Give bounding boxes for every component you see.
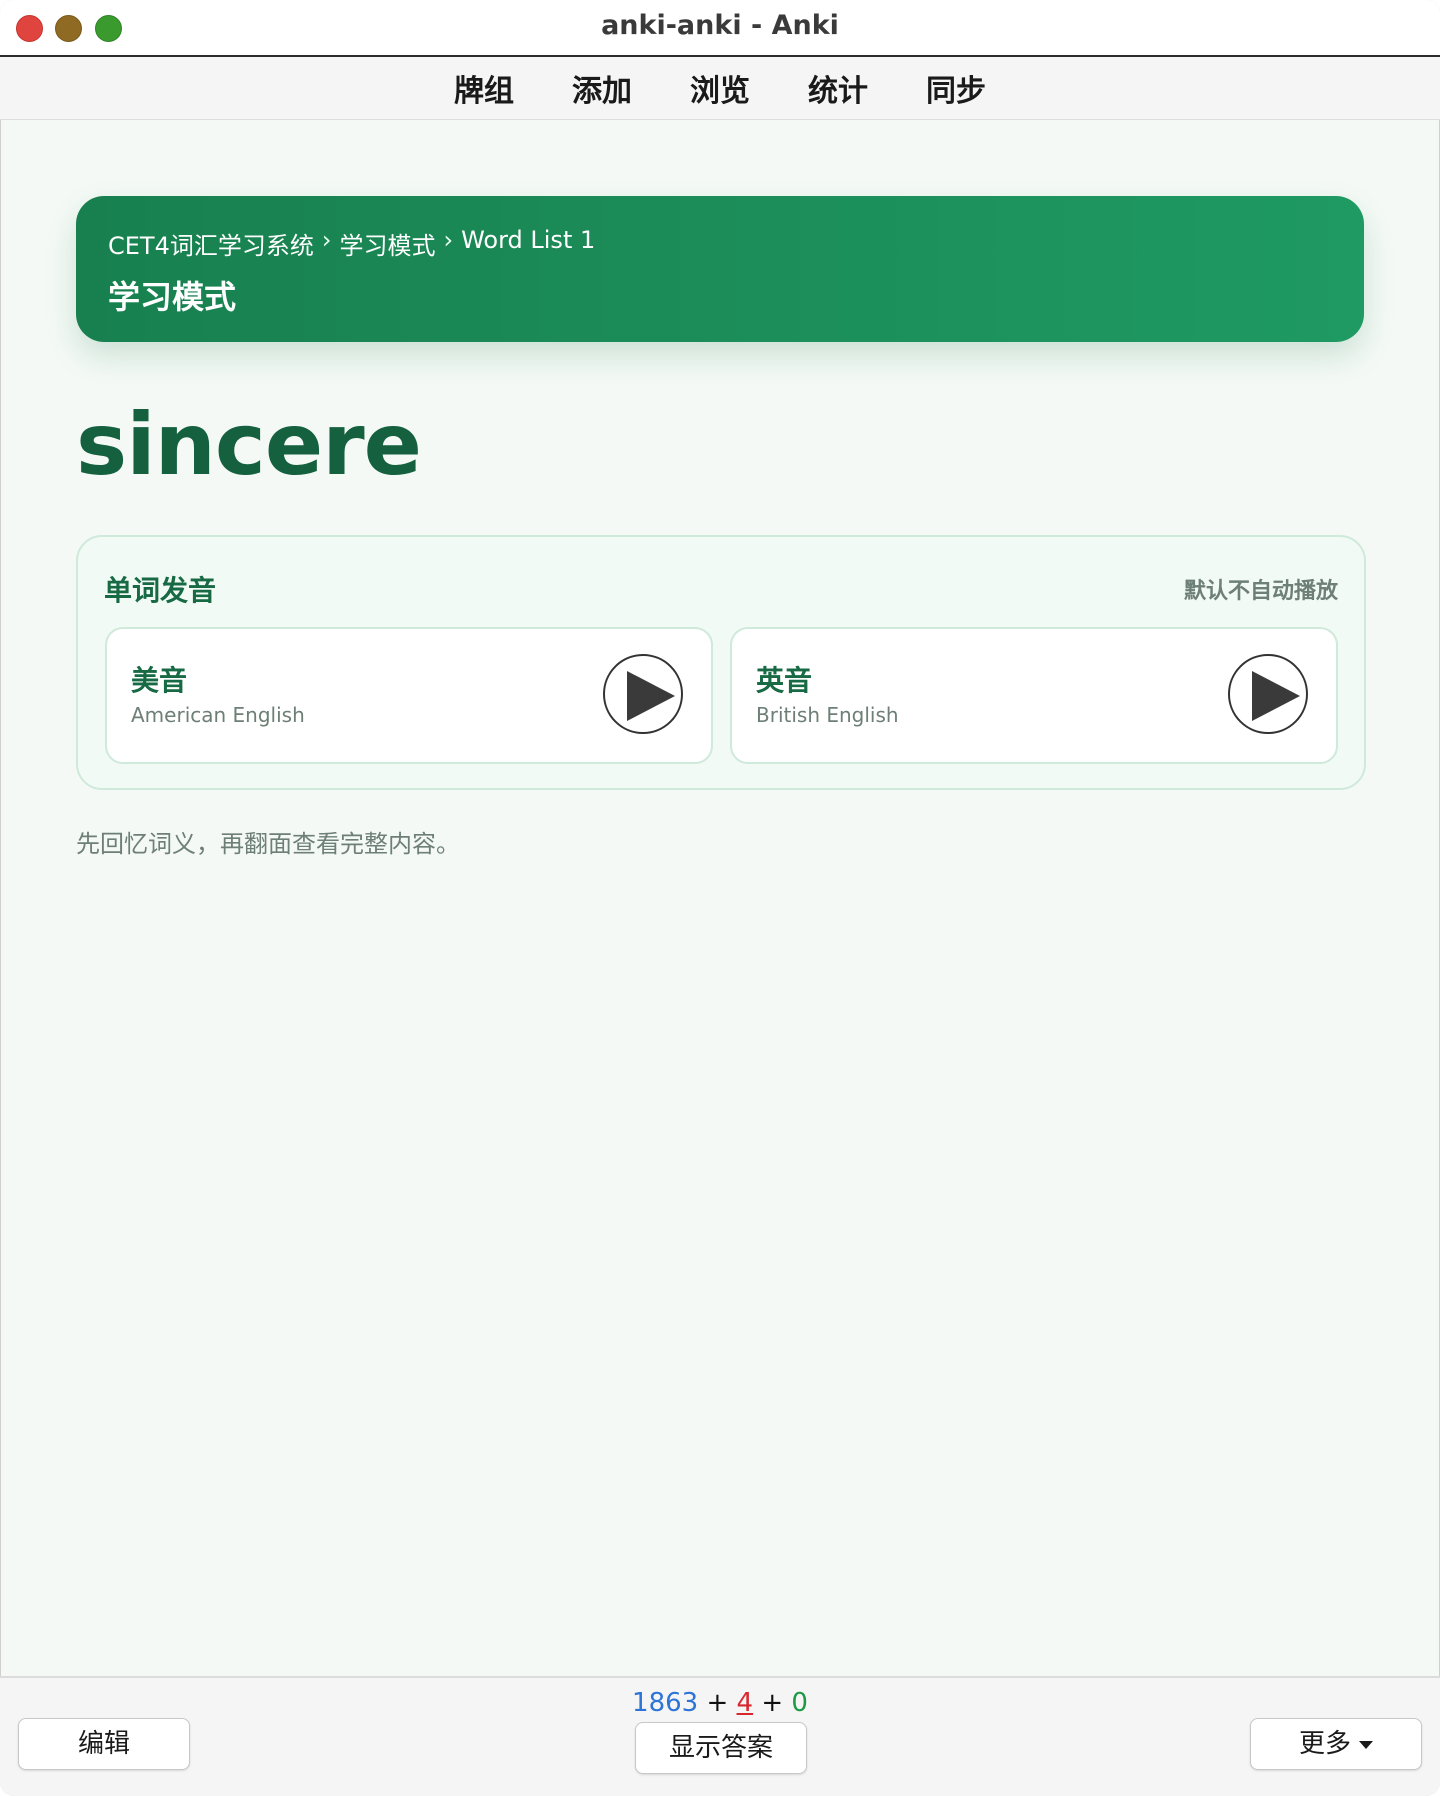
card-counts: 1863 + 4 + 0: [0, 1688, 1440, 1718]
show-answer-button[interactable]: 显示答案: [635, 1722, 807, 1774]
play-icon: [1252, 671, 1300, 721]
menu-decks[interactable]: 牌组: [454, 66, 514, 110]
pronunciation-title: 单词发音: [104, 574, 217, 607]
us-sublabel: American English: [131, 703, 305, 727]
breadcrumb: CET4词汇学习系统 › 学习模式 › Word List 1: [108, 226, 595, 261]
more-button[interactable]: 更多: [1250, 1718, 1422, 1770]
count-plus: +: [761, 1688, 784, 1718]
breadcrumb-separator: ›: [321, 226, 332, 254]
us-play-button[interactable]: [603, 654, 683, 734]
window-title: anki-anki - Anki: [601, 10, 839, 41]
anki-window: anki-anki - Anki 牌组 添加 浏览 统计 同步 CET4词汇学习…: [0, 0, 1440, 1796]
chevron-down-icon: [1359, 1740, 1373, 1749]
study-hint: 先回忆词义，再翻面查看完整内容。: [76, 830, 460, 858]
edit-button[interactable]: 编辑: [18, 1718, 190, 1770]
vocab-word: sincere: [76, 395, 422, 495]
more-label: 更多: [1298, 1729, 1351, 1759]
uk-sublabel: British English: [756, 703, 899, 727]
us-pronunciation-box: 美音 American English: [105, 627, 713, 764]
play-icon: [627, 671, 675, 721]
count-plus: +: [706, 1688, 729, 1718]
menu-add[interactable]: 添加: [572, 66, 632, 110]
header-card: CET4词汇学习系统 › 学习模式 › Word List 1 学习模式: [76, 196, 1364, 342]
breadcrumb-item: 学习模式: [339, 232, 436, 260]
page-title: 学习模式: [108, 278, 237, 316]
breadcrumb-item: Word List 1: [461, 226, 596, 254]
us-label: 美音: [131, 664, 188, 697]
menu-sync[interactable]: 同步: [926, 66, 986, 110]
uk-play-button[interactable]: [1228, 654, 1308, 734]
autoplay-hint: 默认不自动播放: [1183, 579, 1338, 604]
title-bar: anki-anki - Anki: [0, 0, 1440, 57]
new-count: 1863: [632, 1688, 699, 1718]
pronunciation-panel: 单词发音 默认不自动播放 美音 American English 英音 Brit…: [76, 535, 1366, 790]
menu-stats[interactable]: 统计: [808, 66, 868, 110]
breadcrumb-item: CET4词汇学习系统: [108, 232, 314, 260]
bottom-bar: 1863 + 4 + 0 编辑 显示答案 更多: [0, 1676, 1440, 1796]
review-count: 0: [791, 1688, 808, 1718]
learn-count: 4: [736, 1688, 754, 1718]
uk-pronunciation-box: 英音 British English: [730, 627, 1338, 764]
top-menu: 牌组 添加 浏览 统计 同步: [0, 57, 1440, 120]
menu-browse[interactable]: 浏览: [690, 66, 750, 110]
uk-label: 英音: [756, 664, 813, 697]
breadcrumb-separator: ›: [443, 226, 454, 254]
